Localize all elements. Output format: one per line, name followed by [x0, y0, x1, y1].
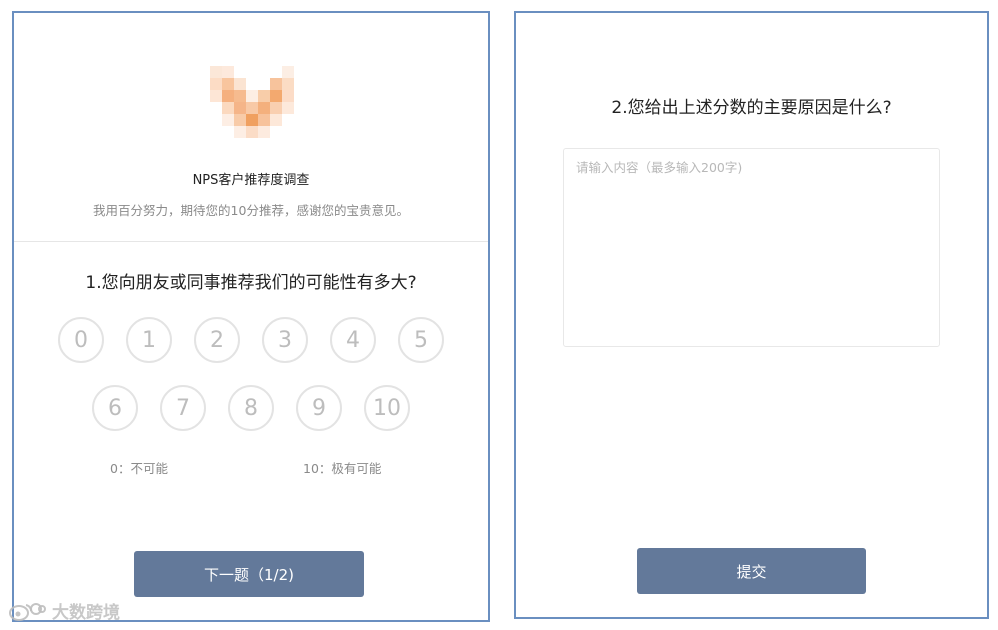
- submit-button[interactable]: 提交: [637, 548, 866, 594]
- score-option-10[interactable]: 10: [364, 385, 410, 431]
- survey-page-1: NPS客户推荐度调查 我用百分努力，期待您的10分推荐，感谢您的宝贵意见。 1.…: [12, 11, 490, 622]
- score-option-1[interactable]: 1: [126, 317, 172, 363]
- watermark-text: 大数跨境: [52, 603, 120, 623]
- score-row-1: 0 1 2 3 4 5: [14, 317, 488, 363]
- scale-max-label: 10：极有可能: [303, 461, 382, 476]
- scale-min-label: 0：不可能: [110, 461, 168, 476]
- divider: [14, 241, 488, 242]
- brand-logo: [198, 60, 306, 138]
- watermark: 大数跨境: [8, 598, 120, 623]
- score-option-9[interactable]: 9: [296, 385, 342, 431]
- score-option-7[interactable]: 7: [160, 385, 206, 431]
- survey-description: 我用百分努力，期待您的10分推荐，感谢您的宝贵意见。: [93, 203, 409, 218]
- score-option-8[interactable]: 8: [228, 385, 274, 431]
- question-1-title: 1.您向朋友或同事推荐我们的可能性有多大?: [85, 273, 417, 293]
- survey-title: NPS客户推荐度调查: [192, 173, 310, 188]
- survey-page-2: 2.您给出上述分数的主要原因是什么? 提交: [514, 11, 989, 619]
- reason-textarea[interactable]: [563, 148, 940, 347]
- score-option-5[interactable]: 5: [398, 317, 444, 363]
- weibo-icon: [8, 600, 46, 622]
- score-option-3[interactable]: 3: [262, 317, 308, 363]
- score-row-2: 6 7 8 9 10: [14, 385, 488, 431]
- score-option-6[interactable]: 6: [92, 385, 138, 431]
- question-2-title: 2.您给出上述分数的主要原因是什么?: [611, 98, 892, 118]
- score-option-2[interactable]: 2: [194, 317, 240, 363]
- next-question-button[interactable]: 下一题（1/2): [134, 551, 364, 597]
- score-option-0[interactable]: 0: [58, 317, 104, 363]
- score-option-4[interactable]: 4: [330, 317, 376, 363]
